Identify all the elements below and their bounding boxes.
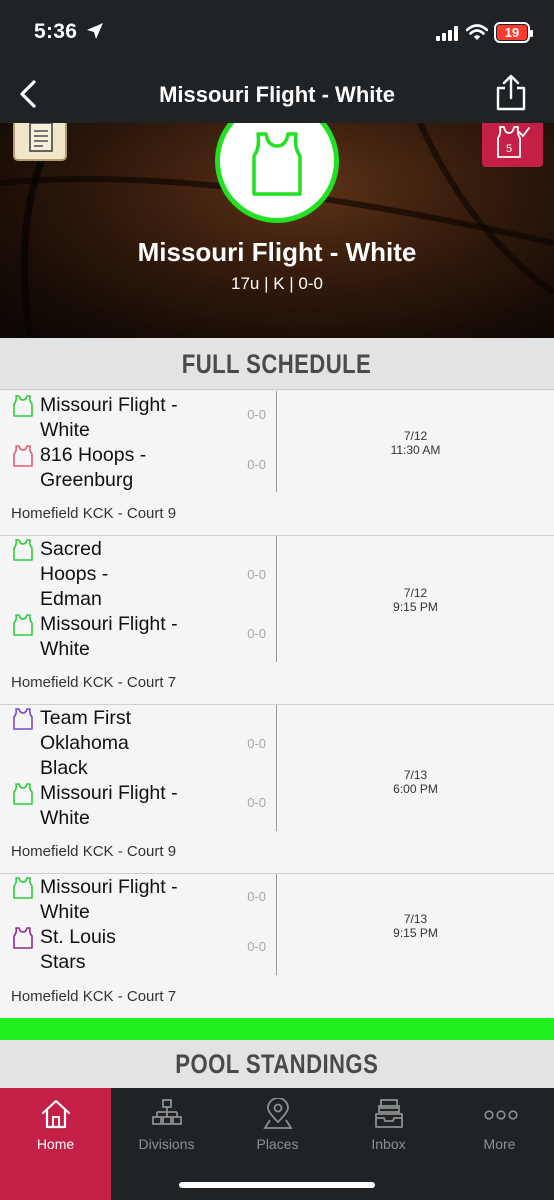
notes-button[interactable] [13,123,67,161]
battery-level: 19 [497,25,527,40]
full-schedule-header: FULL SCHEDULE [0,338,554,390]
jersey-icon [13,708,33,730]
home-indicator[interactable] [179,1182,375,1188]
team-score: 0-0 [247,889,266,904]
jersey-icon [13,614,33,636]
game-card[interactable]: Team First Oklahoma Black 0-0 Missouri F… [0,705,554,874]
jersey-icon [13,877,33,899]
tab-home[interactable]: Home [0,1088,111,1200]
team-meta: 17u | K | 0-0 [231,274,323,293]
share-icon[interactable] [494,74,528,112]
divisions-icon [152,1099,182,1125]
team-hero-banner: 5 Missouri Flight - White 17u | K | 0-0 [0,123,554,338]
game-card[interactable]: Missouri Flight - White 0-0 St. Louis St… [0,874,554,1018]
status-time: 5:36 [34,20,78,43]
team-score: 0-0 [247,407,266,422]
jersey-icon [252,132,302,196]
notepad-icon [29,123,53,152]
location-arrow-icon [87,23,103,39]
tab-more[interactable]: More [444,1088,554,1200]
jersey-icon [13,783,33,805]
game-time: 9:15 PM [393,600,438,614]
tab-label: Inbox [371,1136,406,1152]
jersey-icon [13,927,33,949]
game-card[interactable]: Sacred Hoops - Edman 0-0 Missouri Flight… [0,536,554,705]
game-time: 11:30 AM [390,443,441,457]
tab-label: Home [36,1136,75,1152]
jersey-check-icon: 5 [497,126,530,158]
team-score: 0-0 [247,567,266,582]
game-location: Homefield KCK - Court 7 [11,988,177,1005]
team-name: Missouri Flight - White [40,394,178,441]
team-name: 816 Hoops - Greenburg [40,444,147,491]
more-icon [484,1110,518,1120]
team-score: 0-0 [247,795,266,810]
team-color-bar [0,1018,554,1040]
jersey-icon [13,539,33,561]
team-name: Sacred Hoops - Edman [40,538,109,610]
cellular-signal-icon [436,26,458,41]
team-score: 0-0 [247,939,266,954]
game-date: 7/12 [403,586,428,600]
team-name: Missouri Flight - White [40,782,178,829]
game-date: 7/13 [403,768,428,782]
team-score: 0-0 [247,457,266,472]
schedule-count-badge[interactable]: 5 [482,123,543,167]
wifi-icon [466,24,488,40]
schedule-count: 5 [506,143,512,155]
team-score: 0-0 [247,736,266,751]
home-icon [41,1099,71,1129]
game-date: 7/12 [403,429,428,443]
tab-label: Places [256,1136,299,1152]
jersey-icon [13,395,33,417]
team-name: Missouri Flight - White [40,613,178,660]
game-location: Homefield KCK - Court 7 [11,674,177,691]
game-time: 9:15 PM [393,926,438,940]
nav-title: Missouri Flight - White [159,82,395,107]
team-name: Team First Oklahoma Black [40,707,132,779]
jersey-icon [13,445,33,467]
tab-label: More [483,1136,516,1152]
location-pin-icon [263,1098,293,1129]
battery-icon: 19 [494,22,533,43]
game-location: Homefield KCK - Court 9 [11,505,177,522]
game-date: 7/13 [403,912,428,926]
team-name: St. Louis Stars [40,926,116,973]
game-card[interactable]: Missouri Flight - White 0-0 816 Hoops - … [0,391,554,536]
pool-standings-header: POOL STANDINGS [0,1040,554,1088]
game-location: Homefield KCK - Court 9 [11,843,177,860]
status-bar: 5:36 19 [0,0,554,66]
game-time: 6:00 PM [393,782,438,796]
tab-label: Divisions [138,1136,195,1152]
nav-bar: Missouri Flight - White [0,66,554,123]
team-score: 0-0 [247,626,266,641]
team-name: Missouri Flight - White [137,237,417,267]
inbox-icon [375,1099,403,1128]
team-name: Missouri Flight - White [40,876,178,923]
